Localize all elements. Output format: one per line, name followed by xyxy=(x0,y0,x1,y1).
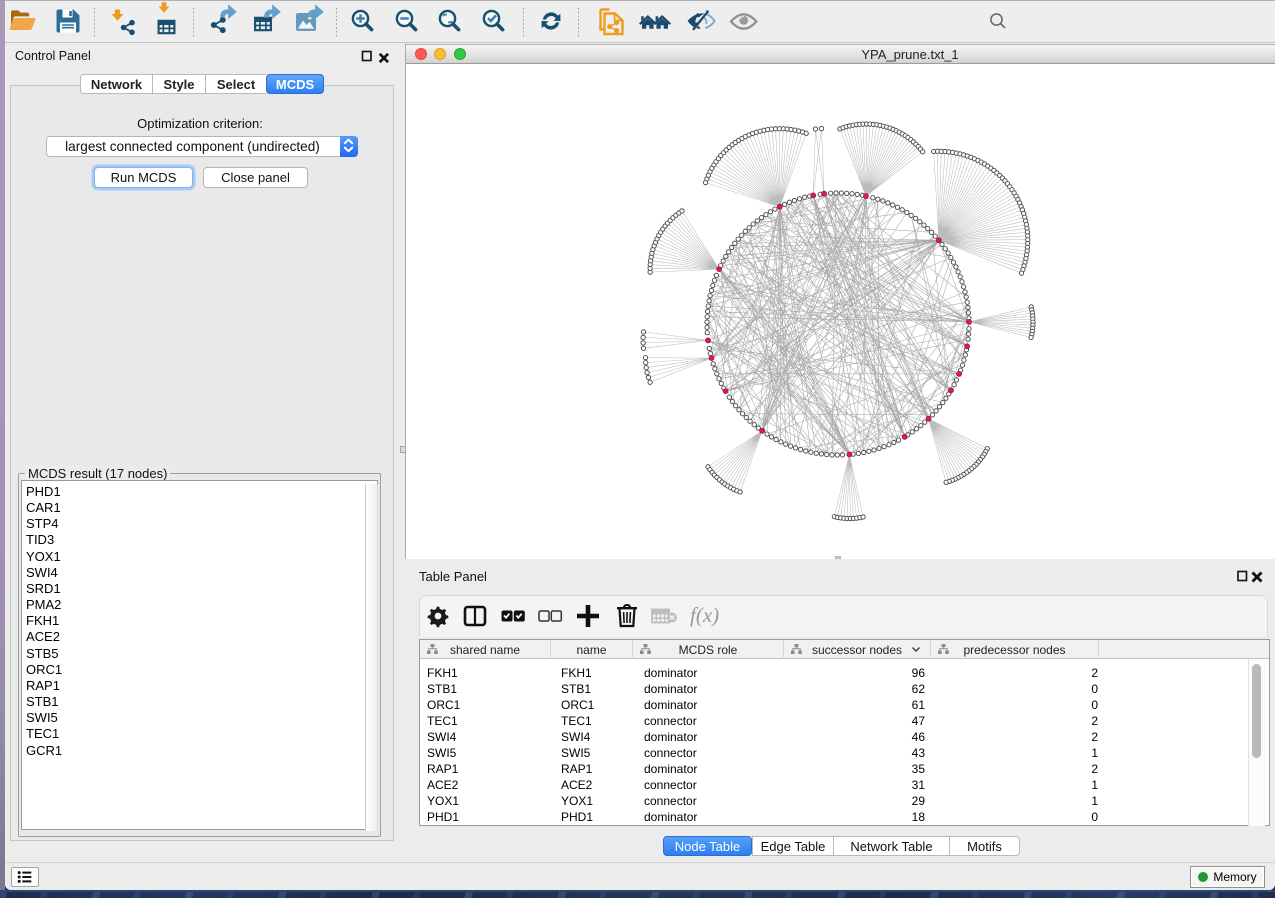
svg-text:f(x): f(x) xyxy=(690,603,719,627)
